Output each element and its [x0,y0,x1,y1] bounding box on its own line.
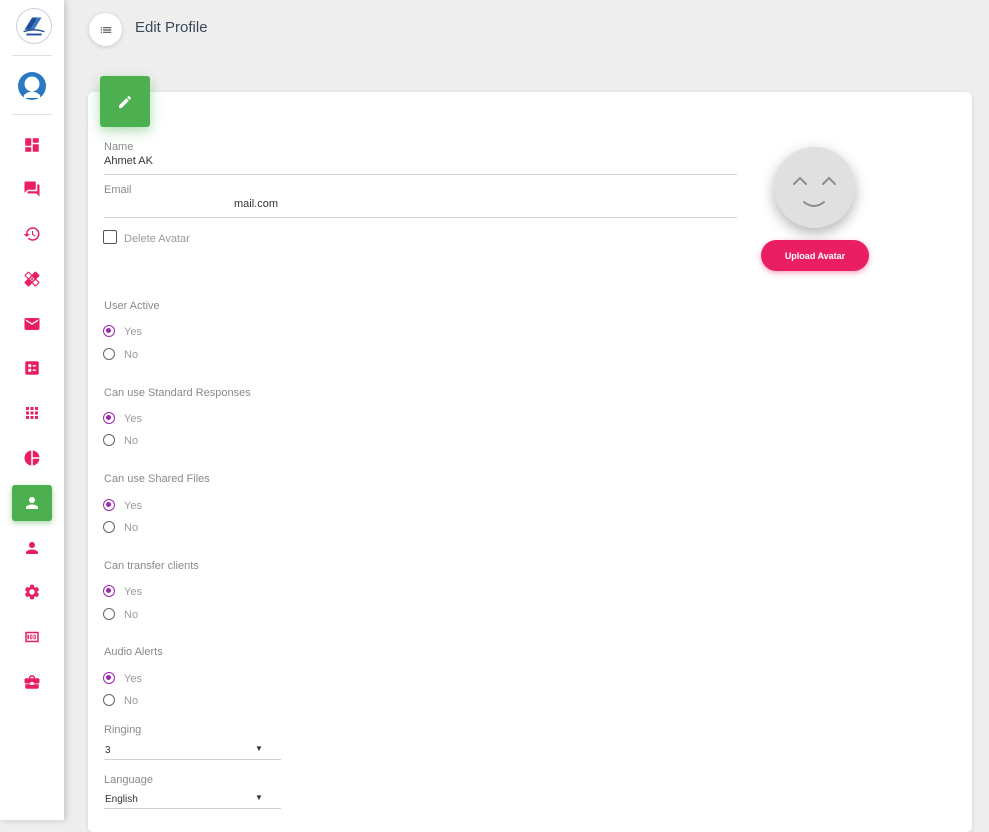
shared-files-no-label: No [124,522,139,534]
transfer-clients-label: Can transfer clients [104,560,199,572]
user-active-no-radio[interactable] [103,348,115,360]
healing-icon [24,271,40,287]
delete-avatar-label: Delete Avatar [124,233,190,245]
sidebar-item-counter[interactable] [12,619,52,655]
ringing-caret-icon[interactable]: ▼ [255,744,263,753]
sidebar-item-dashboard[interactable] [12,127,52,163]
pie-chart-icon [24,450,40,466]
shared-files-yes-radio[interactable] [103,499,115,511]
standard-responses-no-radio[interactable] [103,434,115,446]
settings-icon [24,584,40,600]
sidebar-item-history[interactable] [12,216,52,252]
list-icon [100,26,111,33]
email-input[interactable]: mail.com [234,198,278,210]
standard-responses-yes-radio[interactable] [103,412,115,424]
smiley-face-icon [793,176,836,207]
sidebar-item-profile[interactable] [12,485,52,521]
language-caret-icon[interactable]: ▼ [255,793,263,802]
person-icon [26,542,38,554]
audio-alerts-no-label: No [124,695,139,707]
sidebar [0,0,64,820]
name-label: Name [104,141,134,153]
audio-alerts-yes-label: Yes [124,673,142,685]
transfer-clients-no-label: No [124,609,139,621]
page-title: Edit Profile [135,19,208,36]
sidebar-item-healing[interactable] [12,261,52,297]
sidebar-item-form[interactable] [12,350,52,386]
delete-avatar-checkbox[interactable] [103,230,117,244]
menu-toggle-button[interactable] [89,13,122,46]
mail-icon [24,318,40,330]
dashboard-icon [25,138,39,152]
apps-icon [26,407,38,419]
standard-responses-yes-label: Yes [124,413,142,425]
sidebar-item-mail[interactable] [12,306,52,342]
email-label: Email [104,184,132,196]
shared-files-yes-label: Yes [124,500,142,512]
history-icon [23,227,40,241]
form-icon [25,361,39,375]
language-select[interactable]: English [105,794,138,805]
ringing-label: Ringing [104,724,142,736]
name-underline [104,174,737,175]
transfer-clients-yes-radio[interactable] [103,585,115,597]
standard-responses-label: Can use Standard Responses [104,387,251,399]
ringing-underline [104,759,281,760]
language-underline [104,808,281,809]
user-active-label: User Active [104,300,160,312]
briefcase-icon [24,675,40,689]
audio-alerts-no-radio[interactable] [103,694,115,706]
person-icon [26,497,38,509]
forum-icon [24,181,40,197]
user-active-yes-label: Yes [124,326,142,338]
edit-pencil-icon [119,95,132,108]
standard-responses-no-label: No [124,435,139,447]
transfer-clients-no-radio[interactable] [103,608,115,620]
card-header-icon [100,76,150,127]
sidebar-item-settings[interactable] [12,574,52,610]
email-underline [104,217,737,218]
sidebar-divider [12,55,52,56]
transfer-clients-yes-label: Yes [124,586,142,598]
upload-avatar-button[interactable]: Upload Avatar [761,240,869,271]
user-active-yes-radio[interactable] [103,325,115,337]
sidebar-item-apps[interactable] [12,395,52,431]
ringing-select[interactable]: 3 [105,745,111,756]
user-active-no-label: No [124,349,139,361]
sidebar-item-users[interactable] [12,530,52,566]
shared-files-no-radio[interactable] [103,521,115,533]
user-avatar-icon[interactable] [17,71,47,101]
language-label: Language [104,774,153,786]
company-logo-icon[interactable] [16,8,52,44]
shared-files-label: Can use Shared Files [104,473,210,485]
sidebar-item-forum[interactable] [12,171,52,207]
audio-alerts-label: Audio Alerts [104,646,163,658]
name-input[interactable]: Ahmet AK [104,155,153,167]
counter-icon [25,631,39,643]
audio-alerts-yes-radio[interactable] [103,672,115,684]
sidebar-item-pie-chart[interactable] [12,440,52,476]
sidebar-divider [12,114,52,115]
sidebar-item-briefcase[interactable] [12,664,52,700]
avatar-preview [774,147,855,228]
